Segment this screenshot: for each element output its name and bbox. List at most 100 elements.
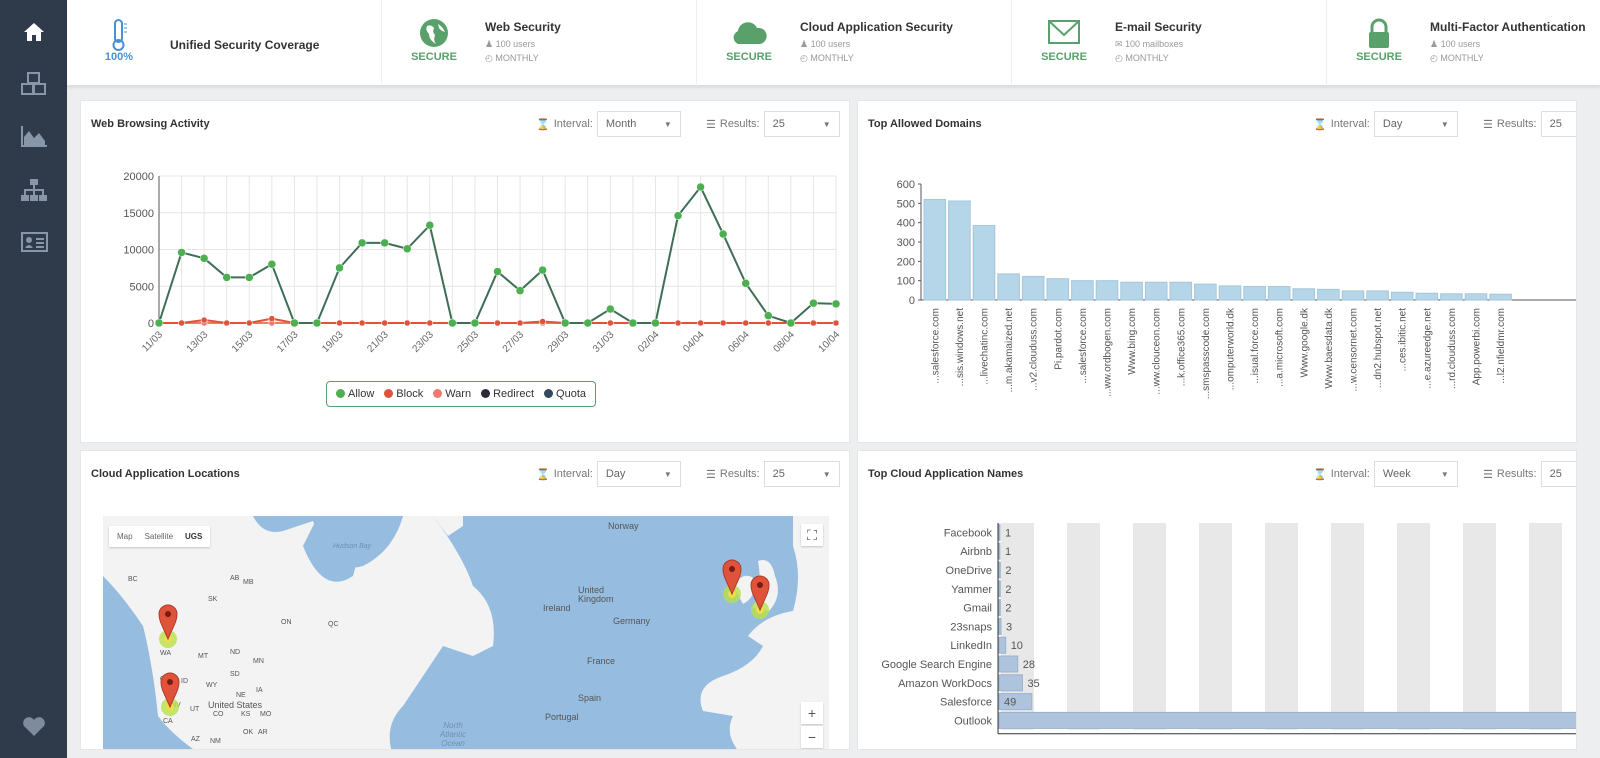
data-point-block [381,319,388,327]
data-point-allow [741,279,750,288]
user-count: ♟ 100 users [800,39,851,49]
legend-marker [384,389,394,398]
locations-map[interactable]: Hudson Bay BCABSKMBONQCWAMTNDMNORIDWYSDN… [103,516,829,749]
data-point-allow [606,304,615,314]
x-tick-label: ...ww.ordbogen.com [1103,308,1114,397]
y-tick-label: Gmail [963,603,992,615]
map-type-satellite[interactable]: Satellite [145,532,173,541]
summary-web-security[interactable]: SECURE Web Security ♟ 100 users ◴ MONTHL… [382,0,697,86]
y-tick-label: Salesforce [940,697,992,709]
x-tick-label: 23/03 [410,329,436,355]
bar [1120,281,1143,301]
y-tick-label: 23snaps [950,621,992,633]
x-tick-label: 06/04 [726,329,752,355]
sitemap-icon[interactable] [18,176,50,204]
x-tick-label: ...k.office365.com [1176,308,1187,386]
summary-email-security[interactable]: SECURE E-mail Security ✉ 100 mailboxes ◴… [1012,0,1327,86]
x-tick-label: App.powerbi.com [1472,308,1483,385]
cubes-icon[interactable] [18,70,50,98]
x-tick-label: 25/03 [456,329,482,355]
data-label: 2 [1005,565,1011,577]
map-label: NE [236,692,246,699]
map-label: Germany [613,616,651,626]
map-type-ugs[interactable]: UGS [185,532,202,541]
map-marker-pin-icon[interactable] [150,669,190,722]
x-tick-label: ...rd.clouduss.com [1447,308,1458,389]
interval-select[interactable]: Day ▼ [596,461,681,487]
bar [998,674,1023,692]
data-point-allow [628,318,638,328]
bar [998,617,1002,635]
sidebar [0,0,67,758]
bar [1317,288,1340,301]
map-marker-pin-icon[interactable] [740,572,780,625]
map-label: ON [281,619,292,626]
top-domains-bar-chart: 0 100 200 300 400 500 600 ...salesforce.com ...s… [897,179,1576,399]
legend-item-warn[interactable]: Warn [433,388,471,400]
data-label: 1 [1005,527,1011,539]
data-point-block [403,319,411,327]
user-count: ♟ 100 users [485,39,536,49]
map-label: QC [328,621,339,628]
x-tick-label: 21/03 [365,329,391,355]
legend-item-block[interactable]: Block [384,388,423,400]
map-label: Ireland [543,603,571,613]
grid-band [1265,523,1298,730]
cloud-app-locations-panel: Cloud Application Locations ⌛ Interval: D… [80,450,850,750]
legend-item-redirect[interactable]: Redirect [481,388,534,400]
fullscreen-icon[interactable]: ⛶ [801,524,823,546]
data-point-allow [199,254,209,263]
home-icon[interactable] [18,18,50,46]
mailbox-icon: ✉ [1115,39,1126,49]
map-label: AZ [191,736,200,743]
zoom-out-button[interactable]: − [801,726,823,748]
bar [1366,290,1389,301]
data-point-block [200,316,208,324]
summary-title: Unified Security Coverage [170,38,320,52]
data-label: 49 [1004,697,1016,709]
bar [948,200,971,301]
data-point-allow [245,273,254,282]
x-tick-label: ...smspasscode.com [1201,308,1212,399]
map-label: OK [243,729,254,736]
zoom-in-button[interactable]: + [801,702,823,724]
grid-band [1199,523,1232,730]
bar [998,523,1001,541]
data-point-block [246,319,253,327]
x-tick-label: Www.baesdata.dk [1324,307,1335,389]
billing-period: ◴ MONTHLY [485,53,539,63]
status-badge: SECURE [1356,51,1402,63]
status-badge: SECURE [1041,51,1087,63]
id-card-icon[interactable] [18,228,50,256]
heart-icon[interactable] [18,712,50,740]
bar [998,580,1001,598]
bar [1267,285,1291,301]
x-tick-label: Pi.pardot.com [1053,308,1064,370]
data-point-block [607,319,614,327]
map-marker-pin-icon[interactable] [148,601,188,654]
y-tick-label: Outlook [954,715,992,727]
summary-title: Web Security [485,20,561,34]
bar [1489,293,1512,301]
y-tick-label: Facebook [944,527,993,539]
summary-unified-coverage[interactable]: 100% Unified Security Coverage [67,0,382,86]
results-select[interactable]: 25▼ [763,461,840,487]
summary-cloud-app-security[interactable]: SECURE Cloud Application Security ♟ 100 … [697,0,1012,86]
map-type-map[interactable]: Map [117,532,133,541]
bar [972,225,996,301]
data-point-block [223,319,230,327]
x-tick-label: 13/03 [185,329,211,355]
bar [1144,281,1168,301]
x-tick-label: ...salesforce.com [1078,308,1089,384]
area-chart-icon[interactable] [18,122,50,150]
data-label: 2 [1005,584,1011,596]
hourglass-icon: ⌛ [536,468,550,481]
summary-mfa[interactable]: SECURE Multi-Factor Authentication ♟ 100… [1327,0,1600,86]
thermometer-icon [97,18,141,51]
x-tick-label: 17/03 [275,329,301,355]
legend-item-allow[interactable]: Allow [336,388,374,400]
y-tick-label: 200 [897,256,915,268]
legend-item-quota[interactable]: Quota [544,388,586,400]
bar [997,273,1020,301]
data-point-allow [470,318,480,328]
